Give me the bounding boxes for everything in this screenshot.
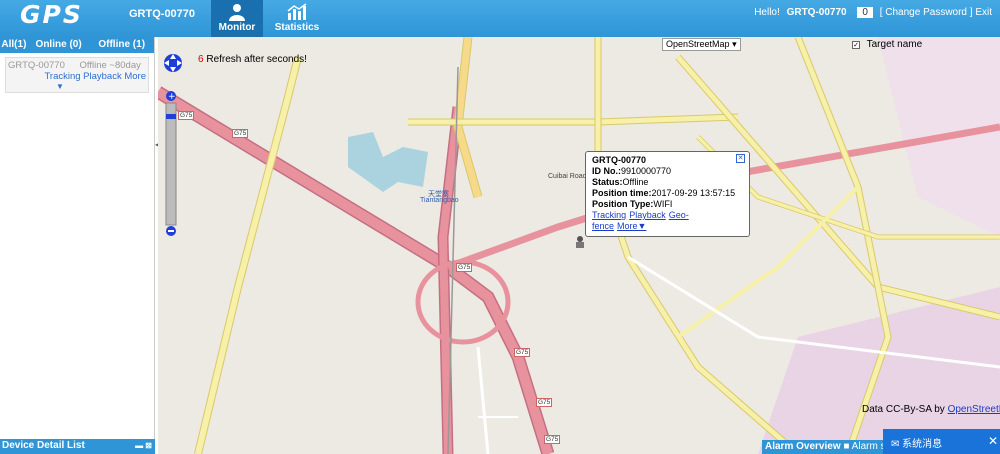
- device-sidebar: All(1) Online (0) Offline (1) GRTQ-00770…: [0, 37, 155, 454]
- nav-monitor-label: Monitor: [218, 22, 256, 33]
- popup-id-label: ID No.:: [592, 166, 621, 176]
- popup-type-value: WIFI: [653, 199, 673, 209]
- close-icon[interactable]: ✕: [988, 434, 998, 448]
- device-item-links[interactable]: Tracking Playback More: [44, 71, 146, 82]
- vehicle-marker-icon[interactable]: [574, 235, 586, 249]
- popup-status-value: Offline: [622, 177, 649, 187]
- popup-type-label: Position Type:: [592, 199, 654, 209]
- svg-text:+: +: [168, 92, 176, 102]
- device-item-status: Offline ~80day: [79, 60, 141, 71]
- alarm-text: Alarm so: [851, 441, 887, 452]
- map-label-tiantang: Tiantangbao: [420, 197, 459, 204]
- chevron-down-icon: ▾: [732, 39, 737, 49]
- nav-statistics-label: Statistics: [274, 22, 320, 33]
- refresh-text: Refresh after seconds!: [206, 54, 307, 65]
- popup-tracking-link[interactable]: Tracking: [592, 210, 626, 220]
- zoom-slider[interactable]: +: [165, 90, 181, 240]
- hello-text: Hello!: [754, 7, 780, 18]
- popup-playback-link[interactable]: Playback: [629, 210, 666, 220]
- pan-icon[interactable]: [162, 51, 184, 81]
- map-credit: Data CC-By-SA by OpenStreetMap: [862, 404, 1000, 415]
- alarm-overview-bar[interactable]: Alarm Overview ■ Alarm so: [762, 440, 887, 454]
- system-message-title: 系统消息: [902, 439, 943, 450]
- nav-statistics[interactable]: Statistics: [271, 0, 323, 37]
- message-icon: ✉: [891, 439, 900, 450]
- road-shield-g75: G75: [536, 398, 553, 407]
- map-canvas[interactable]: 天堂寨 Tiantangbao Cuibai Road G75 G75 G75 …: [158, 37, 1000, 454]
- road-shield-g75: G75: [456, 263, 473, 272]
- popup-time-value: 2017-09-29 13:57:15: [651, 188, 736, 198]
- logo: GPS: [20, 0, 83, 29]
- credit-text: Data CC-By-SA by: [862, 404, 945, 415]
- system-message-popup[interactable]: ✉ 系统消息 ✕: [883, 429, 1000, 454]
- road-shield-g75: G75: [514, 348, 531, 357]
- popup-time-label: Position time:: [592, 188, 652, 198]
- device-item-name: GRTQ-00770: [8, 60, 65, 71]
- alarm-title: Alarm Overview: [765, 441, 841, 452]
- tab-online[interactable]: Online (0): [28, 37, 90, 53]
- device-name: GRTQ-00770: [129, 8, 196, 20]
- map-label-cuibai: Cuibai Road: [548, 173, 587, 180]
- device-info-popup: ✕ GRTQ-00770 ID No.:9910000770 Status:Of…: [585, 151, 750, 237]
- device-detail-bar[interactable]: Device Detail List ▬ ⊠: [0, 439, 155, 454]
- message-count-badge[interactable]: 0: [857, 7, 873, 18]
- close-icon[interactable]: ✕: [736, 154, 745, 163]
- expand-arrow-icon[interactable]: ▼: [56, 82, 64, 91]
- map-layer-select[interactable]: OpenStreetMap ▾: [662, 38, 741, 51]
- nav-monitor[interactable]: Monitor: [211, 0, 263, 37]
- change-password-link[interactable]: [ Change Password ]: [880, 7, 973, 18]
- chart-icon: [287, 3, 307, 20]
- popup-more-link[interactable]: More▼: [617, 221, 646, 231]
- zoom-control[interactable]: +: [162, 51, 184, 240]
- exit-link[interactable]: Exit: [975, 7, 992, 18]
- refresh-notice: 6 Refresh after seconds!: [198, 54, 307, 65]
- popup-status-label: Status:: [592, 177, 623, 187]
- map-layer-value: OpenStreetMap: [666, 39, 730, 49]
- credit-link[interactable]: OpenStreetMap: [948, 404, 1000, 415]
- popup-id-value: 9910000770: [621, 166, 672, 176]
- alarm-checkbox[interactable]: ■: [843, 441, 849, 452]
- tab-all[interactable]: All(1): [0, 37, 28, 53]
- refresh-count: 6: [198, 54, 204, 65]
- user-area: Hello! GRTQ-00770 0 [ Change Password ] …: [754, 7, 992, 18]
- device-detail-title: Device Detail List: [2, 440, 85, 451]
- road-shield-g75: G75: [544, 435, 561, 444]
- panel-controls-icon[interactable]: ▬ ⊠: [135, 441, 152, 450]
- top-bar: GPS GRTQ-00770 Monitor Statistics Hello!…: [0, 0, 1000, 37]
- user-name: GRTQ-00770: [786, 7, 847, 18]
- road-shield-g75: G75: [232, 129, 249, 138]
- target-name-checkbox[interactable]: ✓: [852, 41, 860, 49]
- device-list-item[interactable]: GRTQ-00770 Offline ~80day Tracking Playb…: [5, 57, 149, 93]
- user-icon: [229, 4, 245, 21]
- target-name-toggle[interactable]: ✓ Target name: [852, 39, 922, 50]
- tab-offline[interactable]: Offline (1): [89, 37, 154, 53]
- device-tabs: All(1) Online (0) Offline (1): [0, 37, 154, 53]
- popup-title: GRTQ-00770: [592, 155, 647, 165]
- target-name-label: Target name: [866, 39, 923, 50]
